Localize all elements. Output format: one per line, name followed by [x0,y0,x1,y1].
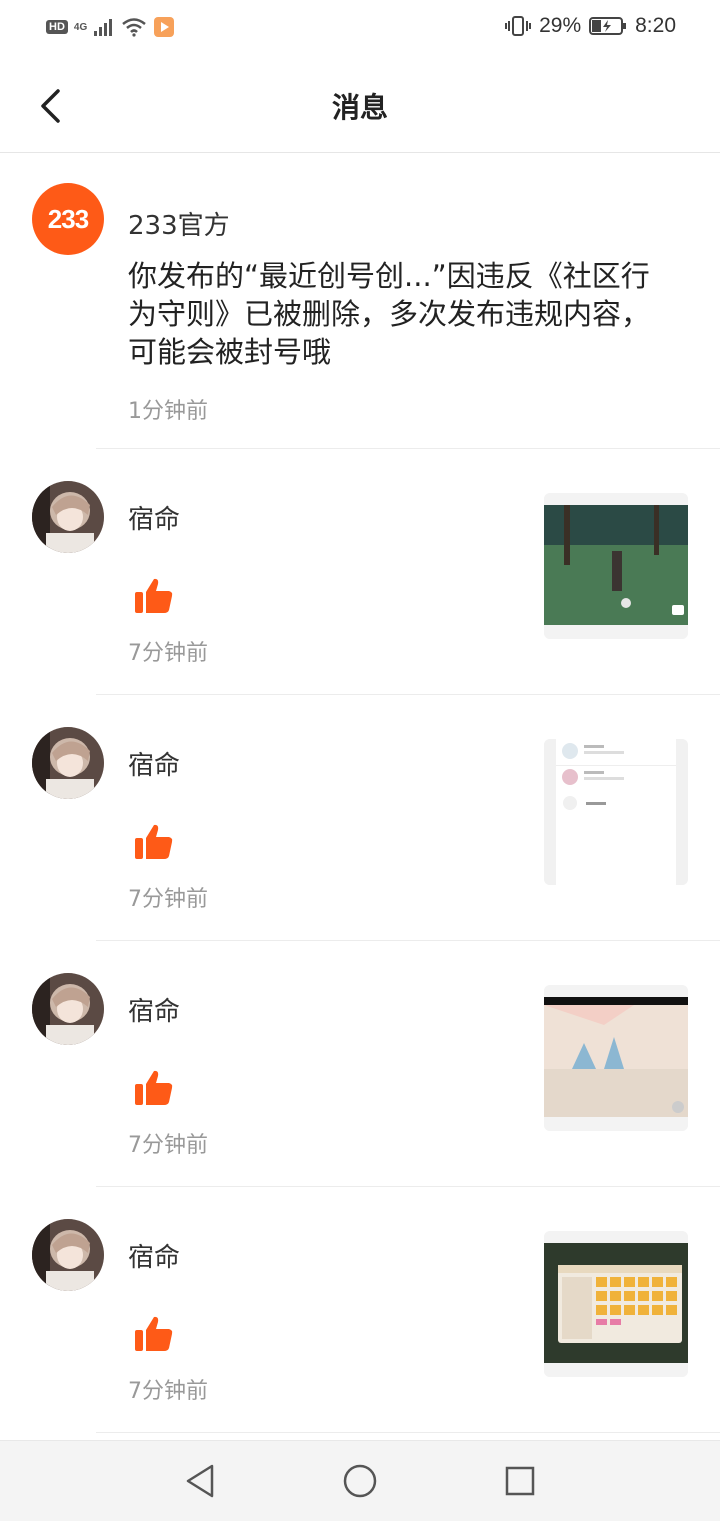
official-message[interactable]: 233 233官方 你发布的“最近创号创...”因违反《社区行为守则》已被删除，… [0,153,720,449]
message-time: 7分钟前 [128,1133,208,1158]
thumbs-up-icon [135,1316,173,1351]
hd-badge: HD [46,20,68,34]
page-title: 消息 [331,91,388,124]
avatar-image [32,1219,104,1291]
avatar-image [32,481,104,553]
header: 消息 [0,60,720,153]
avatar[interactable] [32,727,104,799]
sender-name: 233官方 [128,211,230,241]
sender-name: 宿命 [128,1243,181,1273]
avatar[interactable] [32,1219,104,1291]
like-message[interactable]: 宿命 7分钟前 [0,941,720,1187]
nav-home-button[interactable] [340,1461,380,1501]
nav-recents-button[interactable] [500,1461,540,1501]
post-preview-thumbnail[interactable] [544,739,688,885]
like-message[interactable]: 宿命 7分钟前 [0,449,720,695]
wifi-icon [122,18,147,37]
message-time: 7分钟前 [128,641,208,666]
avatar[interactable] [32,481,104,553]
avatar-logo-text: 233 [47,203,89,234]
sender-name: 宿命 [128,997,181,1027]
thumbs-up-icon [135,824,173,859]
sender-name: 宿命 [128,505,181,535]
avatar[interactable] [32,973,104,1045]
preview-image [544,985,688,1131]
clock: 8:20 [635,14,676,37]
circle-home-icon [343,1464,377,1498]
message-content: 你发布的“最近创号创...”因违反《社区行为守则》已被删除，多次发布违规内容，可… [128,259,651,369]
like-message[interactable]: 宿命 7分钟前 [0,695,720,941]
official-avatar[interactable]: 233 [32,183,104,255]
avatar-image [32,727,104,799]
preview-image [544,493,688,639]
sender-name: 宿命 [128,751,181,781]
thumbs-up-icon [135,1070,173,1105]
system-nav-bar [0,1440,720,1521]
network-type: 4G [73,21,88,33]
status-left: HD 4G [46,16,175,38]
post-preview-thumbnail[interactable] [544,1231,688,1377]
message-time: 7分钟前 [128,887,208,912]
battery-percent: 29% [539,14,582,37]
preview-image [544,739,688,885]
nav-back-button[interactable] [180,1461,220,1501]
battery-charging-icon [589,17,627,35]
post-preview-thumbnail[interactable] [544,493,688,639]
triangle-back-icon [186,1464,214,1498]
like-message[interactable]: 宿命 7分钟前 [0,1187,720,1433]
vibrate-icon [505,16,532,36]
preview-image [544,1231,688,1377]
status-right: 29% 8:20 [505,14,676,38]
divider [96,1432,720,1433]
post-preview-thumbnail[interactable] [544,985,688,1131]
status-bar: HD 4G 29% 8:20 [0,0,720,60]
media-play-icon [154,17,175,37]
message-time: 7分钟前 [128,1379,208,1404]
signal-icon [94,19,113,36]
avatar-image [32,973,104,1045]
thumbs-up-icon [135,578,173,613]
message-time: 1分钟前 [128,399,208,424]
message-list: 233 233官方 你发布的“最近创号创...”因违反《社区行为守则》已被删除，… [0,153,720,1433]
square-recents-icon [505,1466,535,1496]
